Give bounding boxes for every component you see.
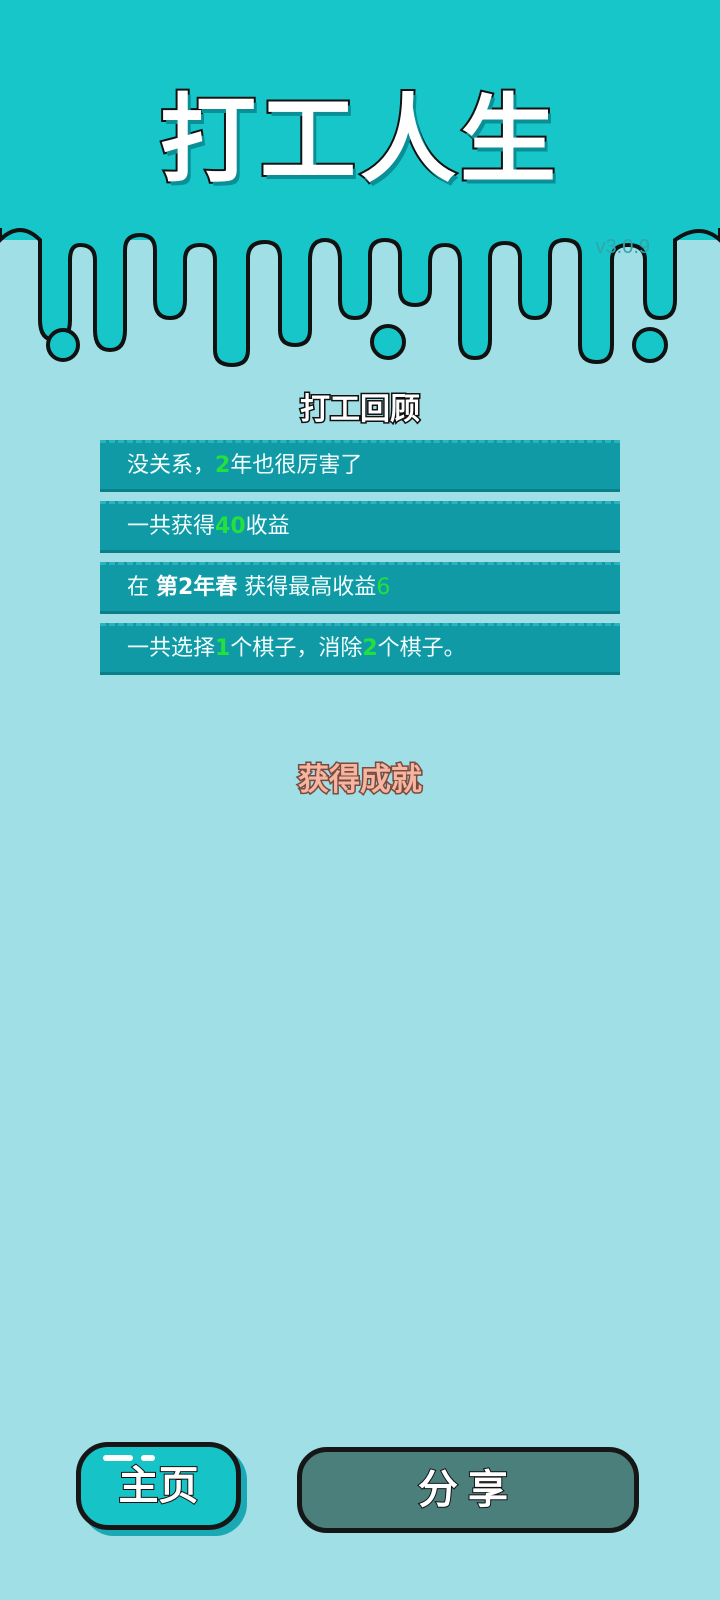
review-item-pieces: 一共选择1个棋子，消除2个棋子。 bbox=[100, 623, 620, 675]
achievements-title: 获得成就 bbox=[297, 761, 424, 800]
review-section-title: 打工回顾 bbox=[299, 391, 422, 429]
review-item-years: 没关系，2年也很厉害了 bbox=[100, 440, 620, 492]
review-item-total-income: 一共获得40收益 bbox=[100, 501, 620, 553]
button-shine bbox=[103, 1455, 133, 1461]
review-list: 没关系，2年也很厉害了 一共获得40收益 在 第2年春 获得最高收益6 一共选择… bbox=[100, 440, 620, 684]
share-button-label: 分享 bbox=[417, 1466, 518, 1514]
button-shine bbox=[141, 1455, 155, 1461]
version-label: v3.0.9 bbox=[595, 236, 650, 258]
review-item-max-income: 在 第2年春 获得最高收益6 bbox=[100, 562, 620, 614]
app-title: 打工人生 bbox=[158, 82, 560, 198]
share-button[interactable]: 分享 bbox=[297, 1447, 639, 1533]
home-button-label: 主页 bbox=[118, 1462, 200, 1510]
home-button[interactable]: 主页 bbox=[76, 1442, 241, 1530]
